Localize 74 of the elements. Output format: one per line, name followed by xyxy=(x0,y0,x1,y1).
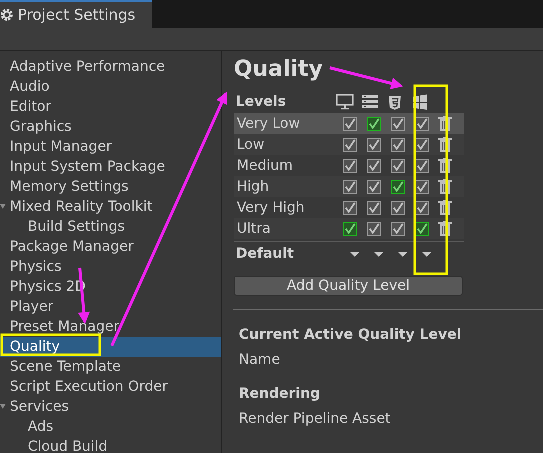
checkbox[interactable] xyxy=(391,158,405,172)
delete-icon[interactable] xyxy=(437,200,453,216)
default-label: Default xyxy=(235,246,296,262)
sidebar-item[interactable]: Physics xyxy=(0,257,221,277)
expand-arrow-icon[interactable] xyxy=(0,404,6,409)
section-heading: Rendering xyxy=(239,386,322,404)
expand-arrow-icon[interactable] xyxy=(0,204,6,209)
gear-icon xyxy=(0,8,14,22)
sidebar-item[interactable]: Build Settings xyxy=(0,217,221,237)
field-label: Render Pipeline Asset xyxy=(239,410,392,428)
sidebar-item[interactable]: Player xyxy=(0,297,221,317)
sidebar-item[interactable]: Graphics xyxy=(0,117,221,137)
dropdown-icon[interactable] xyxy=(350,252,360,256)
delete-icon[interactable] xyxy=(437,220,453,236)
delete-icon[interactable] xyxy=(437,136,453,152)
sidebar-item[interactable]: Adaptive Performance xyxy=(0,57,221,77)
windows-icon xyxy=(411,93,429,111)
sidebar-item[interactable]: Ads xyxy=(0,417,221,437)
checkbox[interactable] xyxy=(391,200,405,214)
sidebar-item[interactable]: Services xyxy=(0,397,221,417)
field-label: Name xyxy=(239,351,282,369)
checkbox[interactable] xyxy=(343,158,357,172)
checkbox[interactable] xyxy=(391,116,405,130)
checkbox[interactable] xyxy=(391,222,405,236)
delete-icon[interactable] xyxy=(437,178,453,194)
quality-level-row[interactable]: Low xyxy=(234,134,464,155)
page-title: Quality xyxy=(234,57,324,84)
checkbox[interactable] xyxy=(367,138,381,152)
checkbox[interactable] xyxy=(367,158,381,172)
sidebar-item[interactable]: Package Manager xyxy=(0,237,221,257)
checkbox[interactable] xyxy=(343,138,357,152)
window-title: Project Settings xyxy=(18,6,136,24)
level-name: Very High xyxy=(236,200,306,216)
quality-level-row[interactable]: High xyxy=(234,176,464,197)
window-tab[interactable]: Project Settings xyxy=(0,0,152,28)
delete-icon[interactable] xyxy=(437,116,453,132)
dropdown-icon[interactable] xyxy=(374,252,384,256)
sidebar-item[interactable]: Input Manager xyxy=(0,137,221,157)
sidebar-item[interactable]: Scene Template xyxy=(0,357,221,377)
sidebar-item[interactable]: Cloud Build xyxy=(0,437,221,453)
sidebar-item[interactable]: Mixed Reality Toolkit xyxy=(0,197,221,217)
checkbox[interactable] xyxy=(343,222,357,236)
add-quality-level-button[interactable]: Add Quality Level xyxy=(234,276,463,296)
quality-level-row[interactable]: Ultra xyxy=(234,218,464,239)
checkbox[interactable] xyxy=(367,200,381,214)
quality-level-row[interactable]: Very Low xyxy=(234,113,464,134)
checkbox[interactable] xyxy=(391,138,405,152)
checkbox[interactable] xyxy=(343,116,357,130)
sidebar-item[interactable]: Quality xyxy=(0,337,221,357)
sidebar-item[interactable]: Memory Settings xyxy=(0,177,221,197)
level-name: High xyxy=(236,178,270,194)
level-name: Medium xyxy=(236,158,294,174)
desktop-icon xyxy=(336,93,354,111)
delete-icon[interactable] xyxy=(437,158,453,174)
checkbox[interactable] xyxy=(343,200,357,214)
sidebar-item[interactable]: Input System Package xyxy=(0,157,221,177)
checkbox[interactable] xyxy=(343,180,357,194)
checkbox[interactable] xyxy=(367,180,381,194)
dropdown-icon[interactable] xyxy=(422,252,432,256)
sidebar-item[interactable]: Editor xyxy=(0,97,221,117)
levels-label: Levels xyxy=(235,94,288,110)
checkbox[interactable] xyxy=(391,180,405,194)
sidebar-item[interactable]: Preset Manager xyxy=(0,317,221,337)
checkbox[interactable] xyxy=(367,116,381,130)
sidebar-item[interactable]: Audio xyxy=(0,77,221,97)
sidebar-item[interactable]: Script Execution Order xyxy=(0,377,221,397)
level-name: Low xyxy=(236,136,266,152)
level-name: Ultra xyxy=(236,220,272,236)
dropdown-icon[interactable] xyxy=(398,252,408,256)
shield-icon xyxy=(386,93,404,111)
section-heading: Current Active Quality Level xyxy=(239,327,463,345)
level-name: Very Low xyxy=(236,116,302,132)
checkbox[interactable] xyxy=(367,222,381,236)
server-icon xyxy=(361,93,379,111)
